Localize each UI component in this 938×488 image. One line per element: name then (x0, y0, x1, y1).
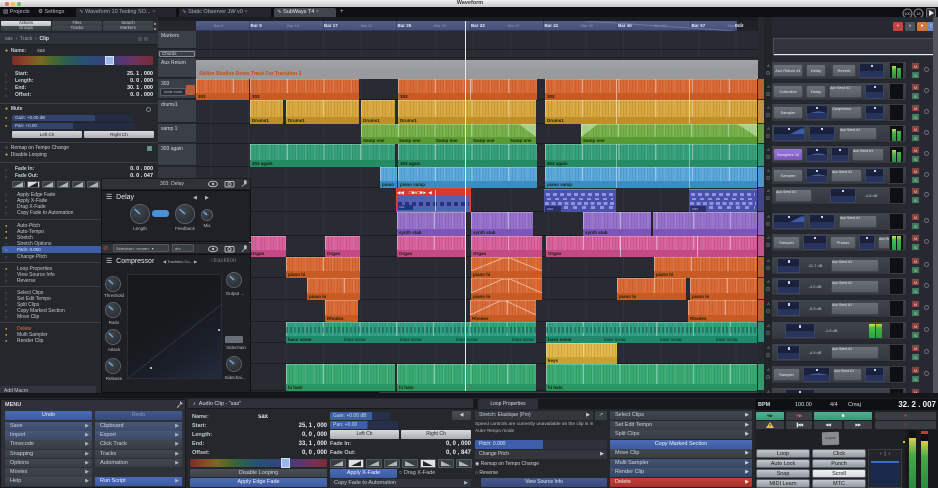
svg-text:100: 100 (905, 12, 911, 16)
svg-text:18: 18 (917, 12, 921, 16)
